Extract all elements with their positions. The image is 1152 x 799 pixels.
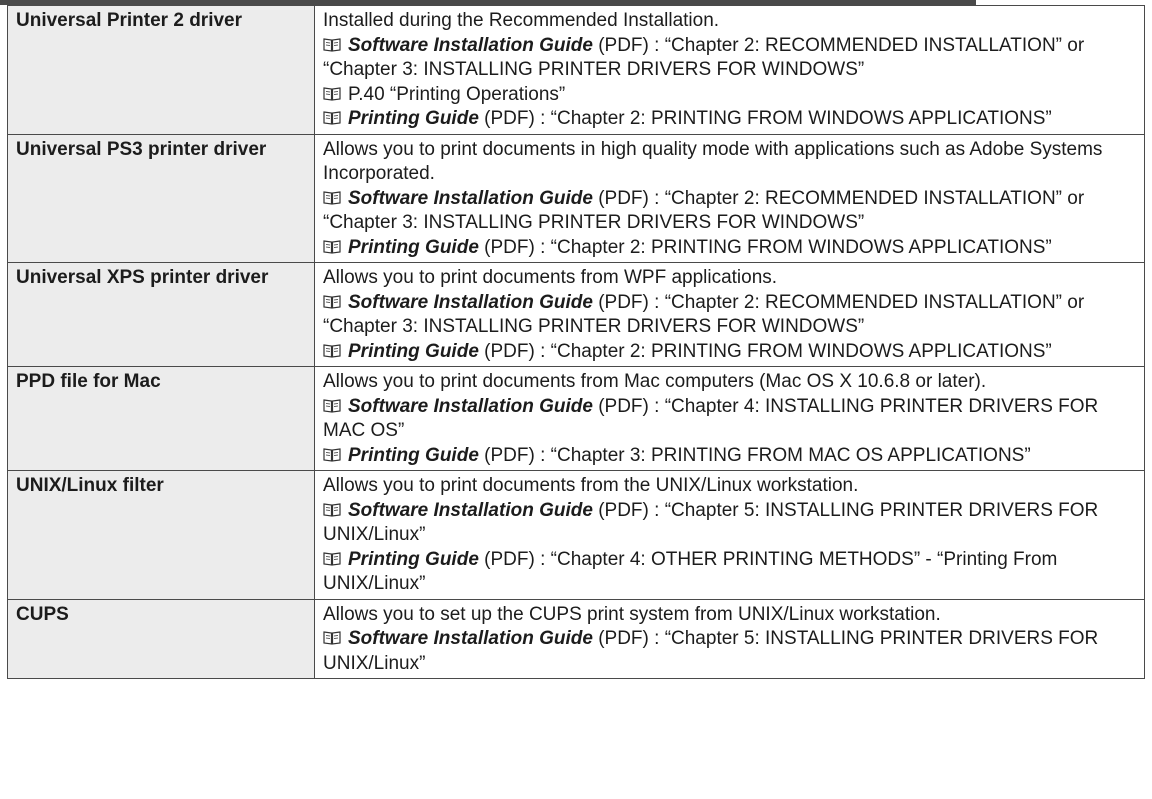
driver-name: UNIX/Linux filter: [7, 470, 315, 600]
driver-description: Allows you to print documents from Mac c…: [323, 371, 987, 392]
driver-description: Allows you to print documents from WPF a…: [323, 267, 778, 288]
reference-title: Software Installation Guide: [348, 499, 593, 521]
driver-description-cell: Allows you to print documents from Mac c…: [314, 366, 1145, 471]
reference-line: Printing Guide (PDF) : “Chapter 2: PRINT…: [323, 340, 1136, 365]
reference-line: Software Installation Guide (PDF) : “Cha…: [323, 499, 1136, 548]
reference-title: Printing Guide: [348, 444, 479, 466]
book-icon: [323, 447, 341, 462]
driver-description: Installed during the Recommended Install…: [323, 10, 720, 31]
reference-title: Software Installation Guide: [348, 395, 593, 417]
reference-text: P.40 “Printing Operations”: [348, 83, 566, 105]
reference-title: Software Installation Guide: [348, 628, 593, 649]
driver-name: CUPS: [7, 598, 315, 679]
book-icon: [323, 502, 341, 517]
table-row: Universal PS3 printer driver Allows you …: [7, 133, 1145, 263]
reference-title: Printing Guide: [348, 548, 479, 570]
book-icon: [323, 37, 341, 52]
reference-line: Software Installation Guide (PDF) : “Cha…: [323, 395, 1136, 444]
reference-title: Software Installation Guide: [348, 187, 593, 209]
reference-line: Software Installation Guide (PDF) : “Cha…: [323, 34, 1136, 83]
driver-description-cell: Allows you to print documents in high qu…: [314, 133, 1145, 263]
reference-line: Software Installation Guide (PDF) : “Cha…: [323, 291, 1136, 340]
driver-description-cell: Allows you to print documents from WPF a…: [314, 262, 1145, 367]
reference-title: Printing Guide: [348, 236, 479, 258]
driver-description: Allows you to print documents from the U…: [323, 475, 859, 496]
driver-name: Universal Printer 2 driver: [7, 5, 315, 135]
reference-line: Software Installation Guide (PDF) : “Cha…: [323, 187, 1136, 236]
book-icon: [323, 190, 341, 205]
reference-title: Printing Guide: [348, 108, 479, 129]
reference-text: (PDF) : “Chapter 3: PRINTING FROM MAC OS…: [478, 444, 1031, 466]
table-row: UNIX/Linux filter Allows you to print do…: [7, 470, 1145, 600]
driver-name: Universal PS3 printer driver: [7, 133, 315, 263]
book-icon: [323, 110, 341, 125]
reference-line: Printing Guide (PDF) : “Chapter 4: OTHER…: [323, 548, 1136, 597]
table-row: Universal XPS printer driver Allows you …: [7, 262, 1145, 367]
driver-table: Universal Printer 2 driver Installed dur…: [7, 5, 1145, 679]
table-row: Universal Printer 2 driver Installed dur…: [7, 5, 1145, 135]
reference-line: Printing Guide (PDF) : “Chapter 2: PRINT…: [323, 236, 1136, 261]
book-icon: [323, 398, 341, 413]
driver-description: Allows you to print documents in high qu…: [323, 138, 1103, 185]
book-icon: [323, 239, 341, 254]
reference-line: Printing Guide (PDF) : “Chapter 3: PRINT…: [323, 444, 1136, 469]
driver-description: Allows you to set up the CUPS print syst…: [323, 603, 941, 625]
reference-line: Software Installation Guide (PDF) : “Cha…: [323, 627, 1136, 676]
driver-description-cell: Allows you to set up the CUPS print syst…: [314, 598, 1145, 679]
book-icon: [323, 630, 341, 645]
reference-text: (PDF) : “Chapter 2: PRINTING FROM WINDOW…: [478, 108, 1052, 129]
reference-text: (PDF) : “Chapter 2: PRINTING FROM WINDOW…: [478, 236, 1052, 258]
driver-description-cell: Allows you to print documents from the U…: [314, 470, 1145, 600]
reference-title: Software Installation Guide: [348, 291, 593, 313]
reference-title: Software Installation Guide: [348, 34, 593, 56]
reference-title: Printing Guide: [348, 340, 479, 362]
table-row: CUPS Allows you to set up the CUPS print…: [7, 598, 1145, 679]
book-icon: [323, 343, 341, 358]
reference-text: (PDF) : “Chapter 2: PRINTING FROM WINDOW…: [478, 340, 1052, 362]
driver-description-cell: Installed during the Recommended Install…: [314, 5, 1145, 135]
book-icon: [323, 551, 341, 566]
driver-name: PPD file for Mac: [7, 366, 315, 471]
reference-line: Printing Guide (PDF) : “Chapter 2: PRINT…: [323, 107, 1136, 132]
table-row: PPD file for Mac Allows you to print doc…: [7, 366, 1145, 471]
driver-name: Universal XPS printer driver: [7, 262, 315, 367]
reference-line: P.40 “Printing Operations”: [323, 83, 1136, 108]
book-icon: [323, 294, 341, 309]
book-icon: [323, 86, 341, 101]
